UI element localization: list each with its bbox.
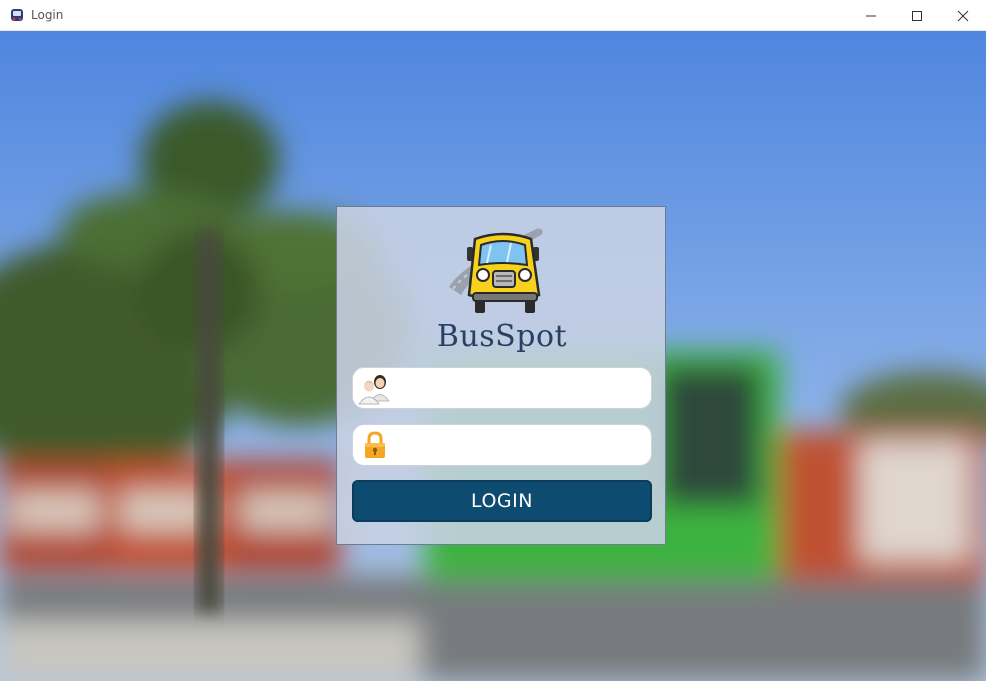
minimize-button[interactable] xyxy=(848,0,894,31)
close-icon xyxy=(957,10,969,21)
password-field[interactable] xyxy=(352,424,652,466)
users-icon xyxy=(355,368,395,408)
app-bus-icon xyxy=(11,9,23,21)
brand-name: BusSpot xyxy=(436,319,568,354)
busspot-logo xyxy=(441,217,551,327)
close-button[interactable] xyxy=(940,0,986,31)
username-input[interactable] xyxy=(395,368,651,408)
maximize-icon xyxy=(912,10,922,21)
window-title: Login xyxy=(31,8,64,22)
maximize-button[interactable] xyxy=(894,0,940,31)
bus-logo-icon xyxy=(449,228,543,313)
login-button[interactable]: LOGIN xyxy=(352,480,652,522)
minimize-icon xyxy=(866,15,876,16)
login-panel: BusSpot LOGIN xyxy=(336,206,666,545)
window-titlebar: Login xyxy=(0,0,986,31)
username-field[interactable] xyxy=(352,367,652,409)
padlock-icon xyxy=(355,425,395,465)
password-input[interactable] xyxy=(395,425,651,465)
